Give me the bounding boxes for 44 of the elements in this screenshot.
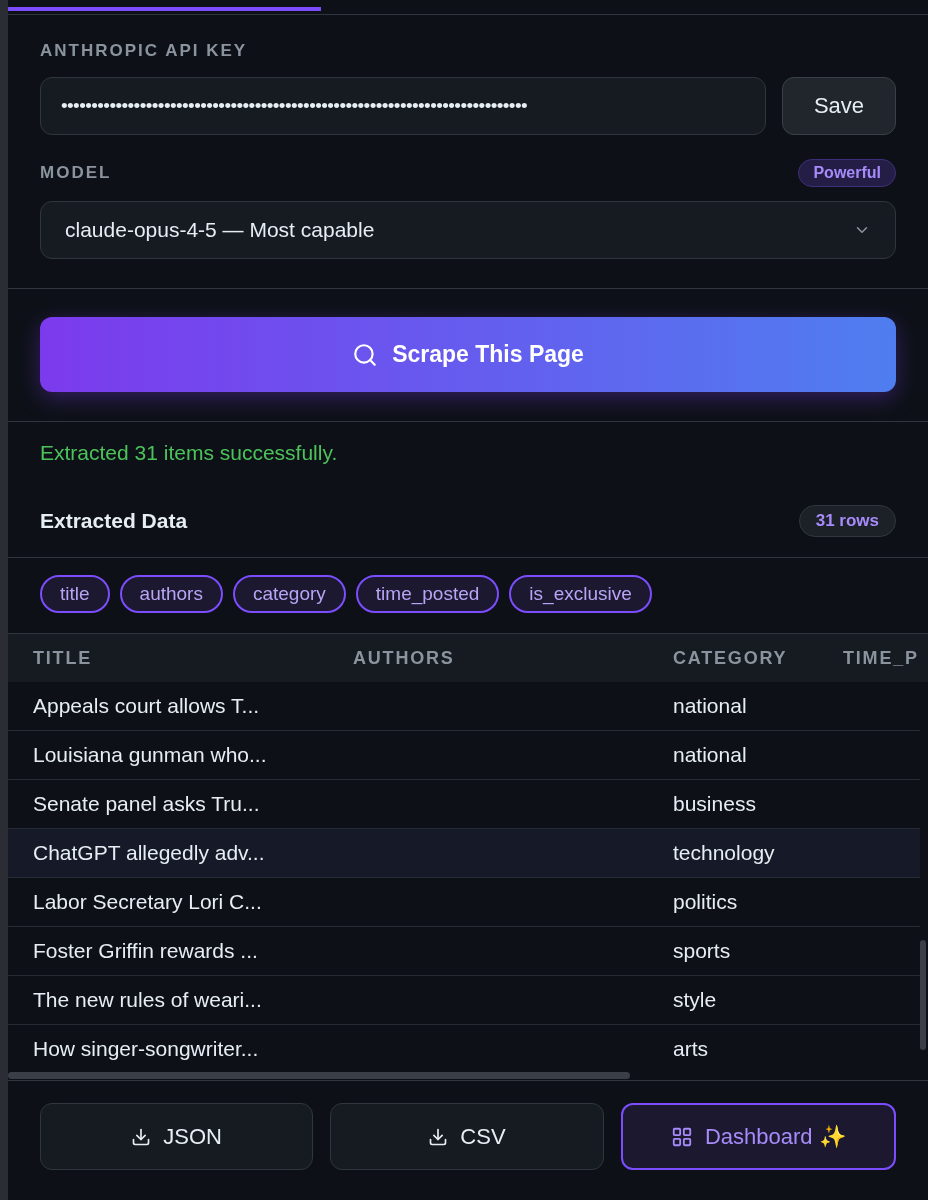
field-chip: is_exclusive: [509, 575, 652, 613]
field-chip: category: [232, 575, 346, 613]
table-cell-text: Labor Secretary Lori C...: [33, 890, 263, 914]
section-title: Extracted Data: [40, 509, 188, 533]
field-chip: authors: [119, 575, 223, 613]
api-key-field[interactable]: •••••••••••••••••••••••••••••••••••••••••••••••••••••••••••••••••••••••••••••: [40, 77, 766, 135]
table-cell-text: The new rules of weari...: [33, 988, 263, 1012]
column-header: CATEGORY: [673, 647, 789, 669]
scrape-button[interactable]: Scrape This Page: [40, 317, 896, 392]
save-button[interactable]: Save: [782, 77, 896, 135]
field-label: ANTHROPIC API KEY: [40, 41, 249, 61]
download-icon: [131, 1126, 152, 1147]
model-badge: Powerful: [798, 159, 896, 187]
field-chip: title: [40, 575, 110, 613]
model-select[interactable]: claude-opus-4-5 — Most capable: [40, 201, 896, 259]
table-cell-text: national: [673, 743, 748, 767]
table-cell-text: sports: [673, 939, 732, 963]
table-cell-text: technology: [673, 841, 776, 865]
table-cell-text: business: [673, 792, 757, 816]
table-cell-text: style: [673, 988, 718, 1012]
table-cell-text: How singer-songwriter...: [33, 1037, 260, 1061]
table-cell-text: arts: [673, 1037, 709, 1061]
column-header: TIME_P: [843, 647, 920, 669]
status-message: Extracted 31 items successfully.: [40, 441, 339, 465]
download-button[interactable]: JSON: [40, 1103, 314, 1170]
scrollbar-thumb[interactable]: [920, 940, 926, 1050]
field-chip: time_posted: [355, 575, 500, 613]
table-cell-text: ChatGPT allegedly adv...: [33, 841, 266, 865]
dashboard-button[interactable]: Dashboard ✨: [620, 1103, 896, 1170]
row-count-badge: 31 rows: [798, 505, 896, 537]
download-icon: [428, 1126, 449, 1147]
table-cell-text: national: [673, 694, 748, 718]
grid-icon: [670, 1125, 693, 1148]
search-icon: [352, 341, 379, 368]
table-cell-text: politics: [673, 890, 739, 914]
scrollbar-thumb[interactable]: [8, 1072, 630, 1079]
table-cell-text: Senate panel asks Tru...: [33, 792, 261, 816]
field-label: MODEL: [40, 163, 112, 183]
table-cell-text: Louisiana gunman who...: [33, 743, 268, 767]
table-cell-text: Appeals court allows T...: [33, 694, 261, 718]
column-header: AUTHORS: [353, 647, 456, 669]
download-button[interactable]: CSV: [330, 1103, 604, 1170]
table-cell-text: Foster Griffin rewards ...: [33, 939, 259, 963]
column-header: TITLE: [33, 647, 93, 669]
